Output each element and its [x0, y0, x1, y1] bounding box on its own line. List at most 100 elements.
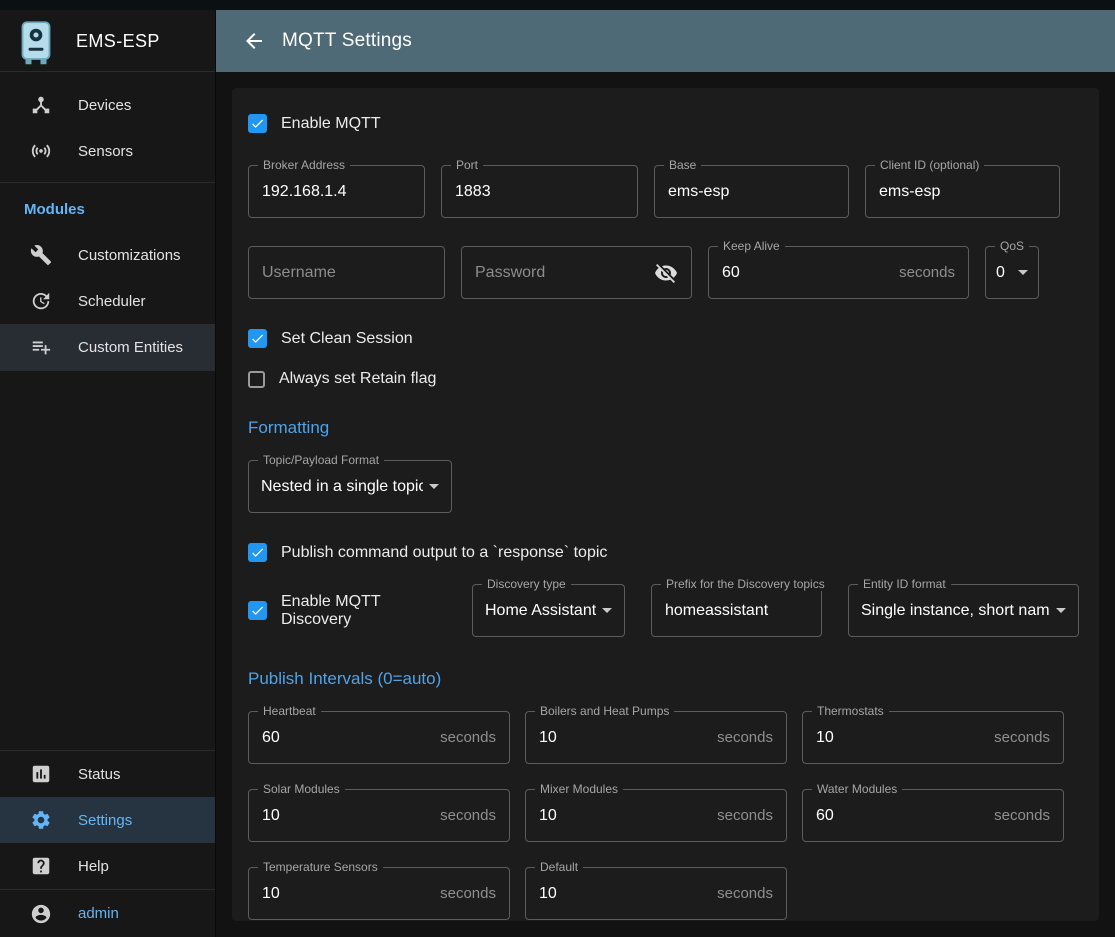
field-label: Topic/Payload Format	[258, 453, 384, 467]
boilers-input[interactable]	[539, 729, 709, 747]
water-field: Water Modules seconds	[802, 789, 1064, 842]
temperature-sensors-field: Temperature Sensors seconds	[248, 867, 510, 920]
publish-response-checkbox[interactable]	[248, 543, 267, 562]
field-label: Mixer Modules	[535, 782, 623, 796]
client-id-input[interactable]	[879, 183, 1046, 201]
unit-suffix: seconds	[994, 729, 1050, 746]
field-label: Water Modules	[812, 782, 902, 796]
sidebar-item-settings[interactable]: Settings	[0, 797, 215, 843]
field-label: Heartbeat	[258, 704, 321, 718]
sidebar-item-label: Scheduler	[78, 293, 146, 310]
broker-address-input[interactable]	[262, 183, 411, 201]
wrench-icon	[30, 244, 52, 266]
water-input[interactable]	[816, 807, 986, 825]
keep-alive-input[interactable]	[722, 264, 891, 282]
keep-alive-field: Keep Alive seconds	[708, 246, 969, 299]
discovery-prefix-input[interactable]	[665, 602, 808, 620]
clean-session-row: Set Clean Session	[248, 329, 1083, 348]
username-input[interactable]	[262, 264, 431, 282]
temperature-sensors-input[interactable]	[262, 885, 432, 903]
discovery-type-select[interactable]: Discovery type Home Assistant	[472, 584, 625, 637]
unit-suffix: seconds	[994, 807, 1050, 824]
bar-chart-icon	[30, 763, 52, 785]
retain-flag-label: Always set Retain flag	[279, 370, 436, 388]
entity-format-value: Single instance, short name	[861, 602, 1050, 620]
entity-format-select[interactable]: Entity ID format Single instance, short …	[848, 584, 1079, 637]
clean-session-checkbox[interactable]	[248, 329, 267, 348]
sidebar-item-label: Help	[78, 858, 109, 875]
field-label: Boilers and Heat Pumps	[535, 704, 674, 718]
clock-update-icon	[30, 290, 52, 312]
enable-discovery-row: Enable MQTT Discovery	[248, 593, 446, 629]
field-label: QoS	[995, 239, 1029, 253]
default-interval-field: Default seconds	[525, 867, 787, 920]
heartbeat-input[interactable]	[262, 729, 432, 747]
field-label: Prefix for the Discovery topics	[661, 577, 830, 591]
clean-session-label: Set Clean Session	[281, 330, 413, 348]
chevron-down-icon	[1018, 270, 1028, 275]
publish-response-label: Publish command output to a `response` t…	[281, 544, 607, 562]
port-input[interactable]	[455, 183, 624, 201]
chevron-down-icon	[429, 484, 439, 489]
field-label: Default	[535, 860, 583, 874]
password-input[interactable]	[475, 264, 646, 282]
retain-flag-row: Always set Retain flag	[248, 370, 1083, 388]
sidebar-item-sensors[interactable]: Sensors	[0, 128, 215, 174]
main-area: Enable MQTT Broker Address Port Base Cli…	[216, 72, 1115, 937]
thermostats-input[interactable]	[816, 729, 986, 747]
enable-mqtt-checkbox[interactable]	[248, 114, 267, 133]
back-arrow-icon[interactable]	[242, 29, 266, 53]
discovery-row: Enable MQTT Discovery Discovery type Hom…	[248, 584, 1083, 637]
enable-discovery-checkbox[interactable]	[248, 601, 267, 620]
default-interval-input[interactable]	[539, 885, 709, 903]
gear-icon	[30, 809, 52, 831]
mixer-input[interactable]	[539, 807, 709, 825]
unit-suffix: seconds	[440, 729, 496, 746]
unit-suffix: seconds	[717, 729, 773, 746]
sidebar-item-custom-entities[interactable]: Custom Entities	[0, 324, 215, 370]
solar-input[interactable]	[262, 807, 432, 825]
ems-esp-logo-icon	[18, 20, 54, 64]
qos-select[interactable]: QoS 0	[985, 246, 1039, 299]
app-title: EMS-ESP	[76, 31, 160, 52]
solar-field: Solar Modules seconds	[248, 789, 510, 842]
sidebar-item-devices[interactable]: Devices	[0, 82, 215, 128]
field-label: Entity ID format	[858, 577, 951, 591]
discovery-prefix-field: Prefix for the Discovery topics	[651, 584, 822, 637]
sidebar-item-status[interactable]: Status	[0, 751, 215, 797]
sidebar-item-scheduler[interactable]: Scheduler	[0, 278, 215, 324]
field-label: Solar Modules	[258, 782, 345, 796]
window-top-strip	[0, 0, 1115, 10]
chevron-down-icon	[602, 608, 612, 613]
field-label: Port	[451, 158, 483, 172]
field-label: Client ID (optional)	[875, 158, 984, 172]
sidebar-item-label: Sensors	[78, 143, 133, 160]
sidebar-item-help[interactable]: Help	[0, 843, 215, 889]
broker-address-field: Broker Address	[248, 165, 425, 218]
field-label: Broker Address	[258, 158, 350, 172]
brand-header: EMS-ESP	[0, 0, 215, 72]
modules-section-header: Modules	[0, 183, 215, 232]
sidebar-item-label: Settings	[78, 812, 132, 829]
topic-format-select[interactable]: Topic/Payload Format Nested in a single …	[248, 460, 452, 513]
qos-value: 0	[996, 264, 1012, 282]
visibility-off-icon[interactable]	[654, 261, 678, 285]
sensors-icon	[30, 140, 52, 162]
client-id-field: Client ID (optional)	[865, 165, 1060, 218]
mixer-field: Mixer Modules seconds	[525, 789, 787, 842]
unit-suffix: seconds	[717, 807, 773, 824]
playlist-add-icon	[30, 336, 52, 358]
field-label: Temperature Sensors	[258, 860, 383, 874]
port-field: Port	[441, 165, 638, 218]
retain-flag-checkbox[interactable]	[248, 371, 265, 388]
field-label: Thermostats	[812, 704, 889, 718]
user-name: admin	[78, 905, 119, 922]
sidebar-item-label: Devices	[78, 97, 131, 114]
username-field	[248, 246, 445, 299]
unit-suffix: seconds	[440, 885, 496, 902]
base-input[interactable]	[668, 183, 835, 201]
sidebar-user[interactable]: admin	[0, 889, 215, 937]
device-hub-icon	[30, 94, 52, 116]
discovery-type-value: Home Assistant	[485, 602, 596, 620]
sidebar-item-customizations[interactable]: Customizations	[0, 232, 215, 278]
